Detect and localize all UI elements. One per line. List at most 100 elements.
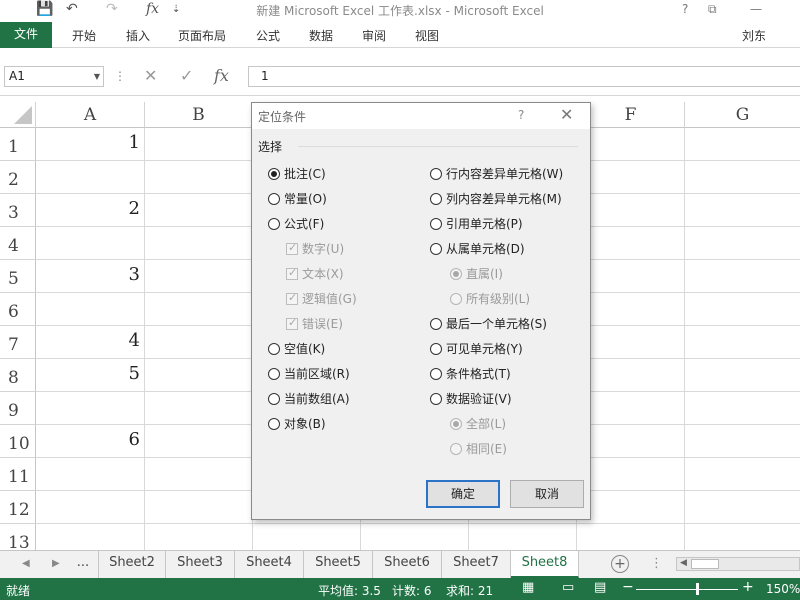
row-header-8[interactable]: 8 xyxy=(0,359,36,392)
radio-button[interactable] xyxy=(268,367,280,380)
column-header-a[interactable]: A xyxy=(36,102,145,128)
tab-view[interactable]: 视图 xyxy=(415,27,439,44)
dialog-help-icon[interactable]: ? xyxy=(518,108,524,122)
row-header-9[interactable]: 9 xyxy=(0,392,36,425)
name-box[interactable]: A1 ▼ xyxy=(4,66,104,87)
sheet-tab-7[interactable]: Sheet7 xyxy=(442,551,511,578)
radio-button[interactable] xyxy=(430,167,442,180)
radio-button[interactable] xyxy=(268,167,280,180)
account-name[interactable]: 刘东 xyxy=(742,27,766,44)
cell-a1[interactable]: 1 xyxy=(36,132,140,153)
tab-review[interactable]: 审阅 xyxy=(362,27,386,44)
right-option-8[interactable]: 可见单元格(Y) xyxy=(430,340,523,358)
zoom-slider[interactable] xyxy=(636,589,738,590)
cell-a5[interactable]: 3 xyxy=(36,264,140,285)
column-header-g[interactable]: G xyxy=(685,102,800,128)
row-header-1[interactable]: 1 xyxy=(0,128,36,161)
right-option-9[interactable]: 条件格式(T) xyxy=(430,365,511,383)
radio-button[interactable] xyxy=(430,217,442,230)
row-header-4[interactable]: 4 xyxy=(0,227,36,260)
row-header-11[interactable]: 11 xyxy=(0,458,36,491)
left-option-8[interactable]: 空值(K) xyxy=(268,340,325,358)
row-header-12[interactable]: 12 xyxy=(0,491,36,524)
row-header-13[interactable]: 13 xyxy=(0,524,36,550)
radio-button[interactable] xyxy=(268,392,280,405)
dialog-title-bar[interactable]: 定位条件 ? ✕ xyxy=(252,103,590,129)
radio-button[interactable] xyxy=(430,317,442,330)
ok-button[interactable]: 确定 xyxy=(426,480,500,508)
left-option-11[interactable]: 对象(B) xyxy=(268,415,326,433)
radio-button[interactable] xyxy=(268,417,280,430)
minimize-icon[interactable]: — xyxy=(750,2,762,16)
formula-input[interactable]: 1 xyxy=(248,66,800,87)
column-header-f[interactable]: F xyxy=(577,102,685,128)
right-option-4[interactable]: 从属单元格(D) xyxy=(430,240,525,258)
row-header-7[interactable]: 7 xyxy=(0,326,36,359)
sheet-tab-8[interactable]: Sheet8 xyxy=(511,551,579,578)
row-header-2[interactable]: 2 xyxy=(0,161,36,194)
page-break-view-icon[interactable]: ▤ xyxy=(594,580,606,595)
tab-home[interactable]: 开始 xyxy=(72,27,96,44)
zoom-slider-thumb[interactable] xyxy=(696,583,699,595)
cell-a7[interactable]: 4 xyxy=(36,330,140,351)
chevron-down-icon[interactable]: ▼ xyxy=(94,67,100,86)
tab-data[interactable]: 数据 xyxy=(309,27,333,44)
radio-button[interactable] xyxy=(430,342,442,355)
tab-page-layout[interactable]: 页面布局 xyxy=(178,27,226,44)
left-option-3[interactable]: 公式(F) xyxy=(268,215,324,233)
enter-icon[interactable]: ✓ xyxy=(180,66,193,85)
sheet-tab-4[interactable]: Sheet4 xyxy=(235,551,304,578)
zoom-out-icon[interactable]: − xyxy=(622,579,634,595)
row-header-3[interactable]: 3 xyxy=(0,194,36,227)
sheet-tab-5[interactable]: Sheet5 xyxy=(304,551,373,578)
ribbon-display-options-icon[interactable]: ⧉ xyxy=(708,2,717,17)
tab-insert[interactable]: 插入 xyxy=(126,27,150,44)
left-option-10[interactable]: 当前数组(A) xyxy=(268,390,350,408)
radio-button[interactable] xyxy=(430,392,442,405)
more-sheets-ellipsis[interactable]: ... xyxy=(68,551,98,578)
tab-file[interactable]: 文件 xyxy=(0,22,52,48)
split-handle-icon[interactable]: ⋮ xyxy=(650,556,663,571)
help-icon[interactable]: ? xyxy=(682,2,688,16)
select-all-corner[interactable] xyxy=(0,102,36,128)
radio-button[interactable] xyxy=(430,242,442,255)
right-option-10[interactable]: 数据验证(V) xyxy=(430,390,512,408)
radio-button[interactable] xyxy=(430,367,442,380)
zoom-level[interactable]: 150% xyxy=(766,582,800,596)
column-header-b[interactable]: B xyxy=(145,102,253,128)
horizontal-scrollbar[interactable]: ◀ xyxy=(676,557,800,571)
radio-button[interactable] xyxy=(268,217,280,230)
zoom-in-icon[interactable]: + xyxy=(742,579,754,595)
tab-formulas[interactable]: 公式 xyxy=(256,27,280,44)
radio-button[interactable] xyxy=(268,342,280,355)
left-option-9[interactable]: 当前区域(R) xyxy=(268,365,350,383)
scrollbar-thumb[interactable] xyxy=(691,559,719,569)
scroll-left-arrow-icon[interactable]: ◀ xyxy=(680,558,687,568)
radio-button[interactable] xyxy=(268,192,280,205)
cell-a8[interactable]: 5 xyxy=(36,363,140,384)
page-layout-view-icon[interactable]: ▭ xyxy=(562,580,574,595)
cell-a10[interactable]: 6 xyxy=(36,429,140,450)
right-option-2[interactable]: 列内容差异单元格(M) xyxy=(430,190,562,208)
right-option-7[interactable]: 最后一个单元格(S) xyxy=(430,315,547,333)
sheet-tab-2[interactable]: Sheet2 xyxy=(98,551,166,578)
cancel-icon[interactable]: ✕ xyxy=(144,66,157,85)
cancel-button[interactable]: 取消 xyxy=(510,480,584,508)
scroll-right-icon[interactable]: ▶ xyxy=(52,558,60,569)
sheet-tab-6[interactable]: Sheet6 xyxy=(373,551,442,578)
right-option-3[interactable]: 引用单元格(P) xyxy=(430,215,523,233)
normal-view-icon[interactable]: ▦ xyxy=(522,580,534,595)
left-option-1[interactable]: 批注(C) xyxy=(268,165,326,183)
sheet-tab-3[interactable]: Sheet3 xyxy=(166,551,235,578)
insert-function-icon[interactable]: fx xyxy=(214,66,229,85)
cell-a3[interactable]: 2 xyxy=(36,198,140,219)
add-sheet-icon[interactable]: + xyxy=(611,555,629,573)
left-option-2[interactable]: 常量(O) xyxy=(268,190,327,208)
row-header-6[interactable]: 6 xyxy=(0,293,36,326)
dialog-close-icon[interactable]: ✕ xyxy=(560,105,573,124)
scroll-left-icon[interactable]: ◀ xyxy=(22,558,30,569)
row-header-5[interactable]: 5 xyxy=(0,260,36,293)
right-option-1[interactable]: 行内容差异单元格(W) xyxy=(430,165,563,183)
radio-button[interactable] xyxy=(430,192,442,205)
row-header-10[interactable]: 10 xyxy=(0,425,36,458)
